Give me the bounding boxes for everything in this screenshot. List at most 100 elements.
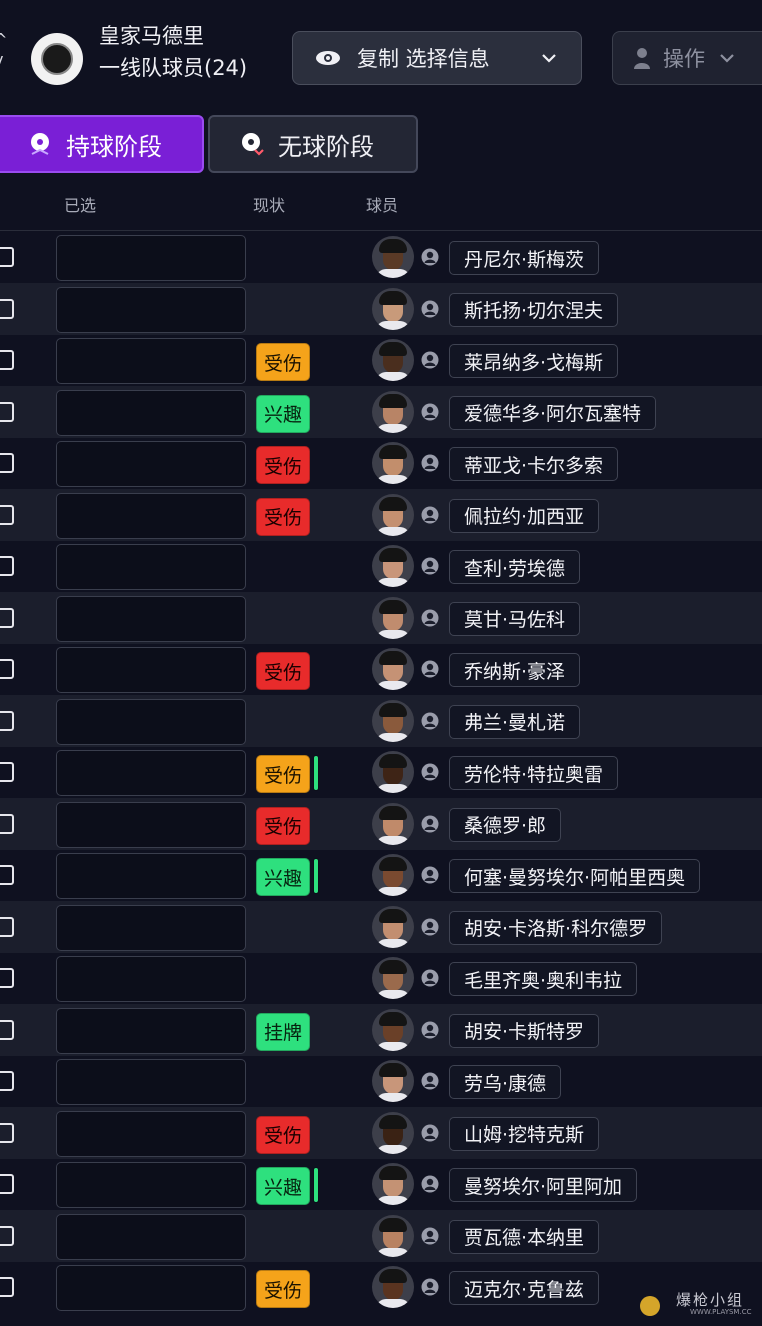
selected-slot[interactable] xyxy=(56,1213,246,1260)
player-name[interactable]: 胡安·卡斯特罗 xyxy=(449,1013,600,1048)
tab-out-of-possession[interactable]: 无球阶段 xyxy=(208,115,418,173)
table-row[interactable]: 劳乌·康德 xyxy=(0,1055,762,1107)
row-checkbox[interactable] xyxy=(0,504,14,525)
squad-selector[interactable]: 一线队球员(24) xyxy=(99,52,247,82)
row-checkbox[interactable] xyxy=(0,453,14,473)
row-checkbox[interactable] xyxy=(0,247,14,267)
avatar[interactable] xyxy=(372,751,414,793)
table-row[interactable]: 挂牌 胡安·卡斯特罗 xyxy=(0,1003,762,1056)
avatar[interactable] xyxy=(372,854,414,896)
player-name[interactable]: 莱昂纳多·戈梅斯 xyxy=(449,344,619,378)
row-checkbox[interactable] xyxy=(0,401,14,422)
table-row[interactable]: 胡安·卡洛斯·科尔德罗 xyxy=(0,900,762,953)
row-checkbox[interactable] xyxy=(0,865,14,885)
table-row[interactable]: 受伤 莱昂纳多·戈梅斯 xyxy=(0,334,762,386)
avatar[interactable] xyxy=(372,957,414,999)
table-row[interactable]: 兴趣 曼努埃尔·阿里阿加 xyxy=(0,1158,762,1210)
selected-slot[interactable] xyxy=(56,1059,246,1105)
avatar[interactable] xyxy=(372,1266,414,1308)
player-name[interactable]: 乔纳斯·豪泽 xyxy=(449,653,581,687)
avatar[interactable] xyxy=(372,699,414,742)
row-checkbox[interactable] xyxy=(0,1277,14,1297)
avatar[interactable] xyxy=(372,802,414,845)
player-name[interactable]: 迈克尔·克鲁兹 xyxy=(449,1271,600,1305)
selected-slot[interactable] xyxy=(56,338,246,384)
player-name[interactable]: 何塞·曼努埃尔·阿帕里西奥 xyxy=(449,859,701,893)
table-row[interactable]: 兴趣 何塞·曼努埃尔·阿帕里西奥 xyxy=(0,849,762,901)
avatar[interactable] xyxy=(372,1111,414,1154)
column-header-player[interactable]: 球员 xyxy=(366,192,398,216)
avatar[interactable] xyxy=(372,545,414,587)
selected-slot[interactable] xyxy=(56,956,246,1002)
player-name[interactable]: 桑德罗·郎 xyxy=(449,807,562,842)
row-checkbox[interactable] xyxy=(0,1174,14,1194)
table-row[interactable]: 查利·劳埃德 xyxy=(0,540,762,592)
player-name[interactable]: 佩拉约·加西亚 xyxy=(449,498,600,533)
table-row[interactable]: 兴趣 爱德华多·阿尔瓦塞特 xyxy=(0,385,762,438)
row-checkbox[interactable] xyxy=(0,607,14,628)
actions-button[interactable]: 操作 xyxy=(612,31,762,85)
selected-slot[interactable] xyxy=(56,750,246,796)
row-checkbox[interactable] xyxy=(0,350,14,370)
selected-slot[interactable] xyxy=(56,389,246,436)
table-row[interactable]: 受伤 蒂亚戈·卡尔多索 xyxy=(0,437,762,489)
table-row[interactable]: 受伤 乔纳斯·豪泽 xyxy=(0,643,762,695)
selected-slot[interactable] xyxy=(56,853,246,899)
table-row[interactable]: 丹尼尔·斯梅茨 xyxy=(0,231,762,283)
row-checkbox[interactable] xyxy=(0,916,14,937)
avatar[interactable] xyxy=(372,1060,414,1102)
player-name[interactable]: 斯托扬·切尔涅夫 xyxy=(449,292,619,327)
selected-slot[interactable] xyxy=(56,235,246,281)
selected-slot[interactable] xyxy=(56,1110,246,1157)
player-name[interactable]: 山姆·挖特克斯 xyxy=(449,1116,600,1151)
player-name[interactable]: 丹尼尔·斯梅茨 xyxy=(449,241,600,275)
table-row[interactable]: 受伤 劳伦特·特拉奥雷 xyxy=(0,746,762,798)
tab-in-possession[interactable]: 持球阶段 xyxy=(0,115,204,173)
player-name[interactable]: 爱德华多·阿尔瓦塞特 xyxy=(449,395,657,430)
row-checkbox[interactable] xyxy=(0,1071,14,1091)
avatar[interactable] xyxy=(372,596,414,639)
player-name[interactable]: 毛里齐奥·奥利韦拉 xyxy=(449,962,638,996)
row-checkbox[interactable] xyxy=(0,556,14,576)
table-row[interactable]: 斯托扬·切尔涅夫 xyxy=(0,282,762,335)
table-row[interactable]: 受伤 佩拉约·加西亚 xyxy=(0,488,762,541)
table-row[interactable]: 受伤 桑德罗·郎 xyxy=(0,797,762,850)
selected-slot[interactable] xyxy=(56,441,246,487)
selected-slot[interactable] xyxy=(56,904,246,951)
avatar[interactable] xyxy=(372,1008,414,1051)
player-name[interactable]: 弗兰·曼札诺 xyxy=(449,704,581,739)
player-name[interactable]: 贾瓦德·本纳里 xyxy=(449,1219,600,1254)
table-row[interactable]: 弗兰·曼札诺 xyxy=(0,694,762,747)
avatar[interactable] xyxy=(372,287,414,330)
player-name[interactable]: 胡安·卡洛斯·科尔德罗 xyxy=(449,910,663,945)
row-checkbox[interactable] xyxy=(0,968,14,988)
avatar[interactable] xyxy=(372,905,414,948)
row-checkbox[interactable] xyxy=(0,813,14,834)
avatar[interactable] xyxy=(372,442,414,484)
selected-slot[interactable] xyxy=(56,544,246,590)
table-row[interactable]: 受伤 山姆·挖特克斯 xyxy=(0,1106,762,1159)
selected-slot[interactable] xyxy=(56,286,246,333)
selected-slot[interactable] xyxy=(56,595,246,642)
selected-slot[interactable] xyxy=(56,1007,246,1054)
row-checkbox[interactable] xyxy=(0,762,14,782)
row-checkbox[interactable] xyxy=(0,1019,14,1040)
table-row[interactable]: 莫甘·马佐科 xyxy=(0,591,762,644)
row-checkbox[interactable] xyxy=(0,1225,14,1246)
player-name[interactable]: 劳伦特·特拉奥雷 xyxy=(449,756,619,790)
row-checkbox[interactable] xyxy=(0,298,14,319)
selected-slot[interactable] xyxy=(56,1162,246,1208)
row-checkbox[interactable] xyxy=(0,1122,14,1143)
column-header-selected[interactable]: 已选 xyxy=(64,192,96,216)
copy-selection-button[interactable]: 复制 选择信息 xyxy=(292,31,582,85)
avatar[interactable] xyxy=(372,339,414,381)
avatar[interactable] xyxy=(372,390,414,433)
selected-slot[interactable] xyxy=(56,492,246,539)
player-name[interactable]: 蒂亚戈·卡尔多索 xyxy=(449,447,619,481)
expand-collapse-icon[interactable]: ^v xyxy=(0,30,12,82)
avatar[interactable] xyxy=(372,1163,414,1205)
player-name[interactable]: 劳乌·康德 xyxy=(449,1065,562,1099)
selected-slot[interactable] xyxy=(56,801,246,848)
row-checkbox[interactable] xyxy=(0,659,14,679)
table-row[interactable]: 贾瓦德·本纳里 xyxy=(0,1209,762,1262)
